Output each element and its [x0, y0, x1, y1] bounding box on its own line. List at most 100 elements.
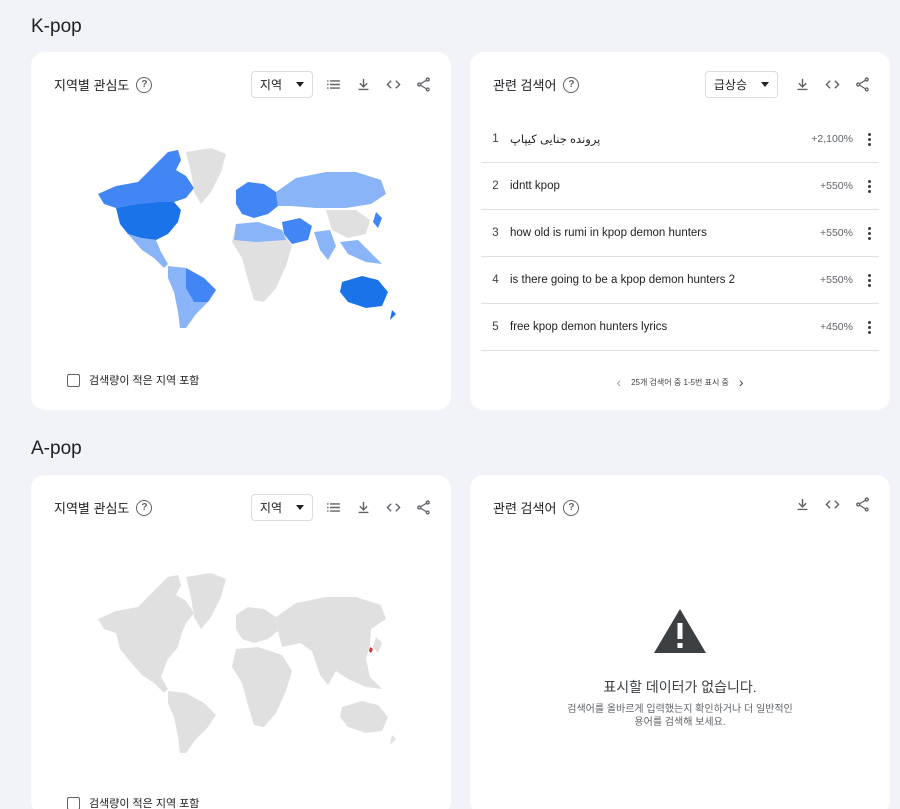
query-text[interactable]: is there going to be a kpop demon hunter…: [510, 274, 793, 286]
map-region-india: [314, 230, 336, 260]
help-circle-icon[interactable]: ?: [563, 499, 580, 516]
download-icon[interactable]: [353, 498, 373, 518]
query-value: +550%: [820, 180, 853, 192]
map-region-greenland: [186, 148, 226, 204]
rising-dropdown[interactable]: 급상승: [704, 71, 778, 98]
query-value: +550%: [820, 274, 853, 286]
map-region-japan: [373, 637, 382, 653]
card-toolbar: 급상승: [704, 71, 872, 98]
region-dropdown[interactable]: 지역: [250, 494, 313, 521]
section-title-kpop: K-pop: [31, 16, 82, 37]
query-text[interactable]: idntt kpop: [510, 180, 793, 192]
list-item[interactable]: 4 is there going to be a kpop demon hunt…: [481, 257, 879, 304]
list-icon[interactable]: [323, 75, 343, 95]
download-icon[interactable]: [792, 75, 812, 95]
code-icon[interactable]: [822, 494, 842, 514]
share-icon[interactable]: [852, 75, 872, 95]
rank: 5: [492, 321, 499, 333]
caret-down-icon: [761, 82, 769, 87]
low-volume-checkbox[interactable]: [67, 796, 80, 809]
dropdown-label: 지역: [259, 78, 282, 92]
more-vert-icon[interactable]: [859, 132, 879, 146]
region-interest-card-apop: 지역별 관심도 ? 지역 검색량이 적은 지역 포함: [31, 475, 451, 809]
map-region-usa: [116, 202, 181, 240]
rank: 1: [492, 133, 499, 145]
map-region-new-zealand: [390, 735, 396, 745]
share-icon[interactable]: [413, 498, 433, 518]
card-title-text: 관련 검색어: [493, 78, 557, 93]
map-region-north-america: [98, 575, 194, 693]
code-icon[interactable]: [383, 75, 403, 95]
map-region-new-zealand: [390, 310, 396, 320]
map-region-europe: [236, 607, 278, 643]
no-data-message: 표시할 데이터가 없습니다. 검색어를 올바르게 입력했는지 확인하거나 더 일…: [470, 607, 890, 729]
query-text[interactable]: پرونده جنایی کیپاپ: [510, 132, 793, 146]
chevron-left-icon[interactable]: ‹: [616, 374, 621, 390]
rank: 2: [492, 180, 499, 192]
more-vert-icon[interactable]: [859, 226, 879, 240]
list-item[interactable]: 2 idntt kpop +550%: [481, 163, 879, 210]
rank: 3: [492, 227, 499, 239]
world-map-kpop[interactable]: [86, 142, 396, 332]
warning-icon: [654, 609, 706, 653]
card-toolbar: 지역: [250, 494, 433, 521]
map-region-greenland: [186, 573, 226, 629]
code-icon[interactable]: [822, 75, 842, 95]
map-region-russia: [276, 172, 386, 208]
checkbox-label: 검색량이 적은 지역 포함: [89, 798, 200, 809]
low-volume-checkbox-row[interactable]: 검색량이 적은 지역 포함: [67, 372, 199, 388]
dropdown-label: 지역: [259, 501, 282, 515]
pagination-label: 25개 검색어 중 1-5번 표시 중: [631, 377, 729, 387]
low-volume-checkbox-row[interactable]: 검색량이 적은 지역 포함: [67, 795, 199, 809]
list-item[interactable]: 5 free kpop demon hunters lyrics +450%: [481, 304, 879, 351]
map-region-australia: [340, 276, 388, 308]
pagination: ‹ 25개 검색어 중 1-5번 표시 중 ›: [470, 374, 890, 390]
list-item[interactable]: 3 how old is rumi in kpop demon hunters …: [481, 210, 879, 257]
section-title-apop: A-pop: [31, 438, 82, 459]
rank: 4: [492, 274, 499, 286]
query-text[interactable]: free kpop demon hunters lyrics: [510, 321, 793, 333]
map-region-china: [326, 210, 370, 238]
no-data-line-1: 검색어를 올바르게 입력했는지 확인하거나 더 일반적인: [567, 704, 793, 715]
dropdown-label: 급상승: [713, 78, 747, 92]
card-title: 지역별 관심도 ?: [54, 498, 153, 517]
list-item[interactable]: 1 پرونده جنایی کیپاپ +2,100%: [481, 116, 879, 163]
share-icon[interactable]: [852, 494, 872, 514]
query-text[interactable]: how old is rumi in kpop demon hunters: [510, 227, 793, 239]
download-icon[interactable]: [353, 75, 373, 95]
card-title: 지역별 관심도 ?: [54, 75, 153, 94]
related-queries-list: 1 پرونده جنایی کیپاپ +2,100% 2 idntt kpo…: [481, 116, 879, 351]
card-title: 관련 검색어 ?: [493, 498, 580, 517]
map-region-north-africa: [234, 222, 286, 242]
card-toolbar: 지역: [250, 71, 433, 98]
chevron-right-icon[interactable]: ›: [739, 374, 744, 390]
more-vert-icon[interactable]: [859, 179, 879, 193]
checkbox-label: 검색량이 적은 지역 포함: [89, 375, 200, 387]
map-region-japan: [373, 212, 382, 228]
card-title: 관련 검색어 ?: [493, 75, 580, 94]
card-title-text: 관련 검색어: [493, 501, 557, 516]
list-icon[interactable]: [323, 498, 343, 518]
help-circle-icon[interactable]: ?: [136, 499, 153, 516]
no-data-line-2: 용어를 검색해 보세요.: [634, 717, 726, 728]
help-circle-icon[interactable]: ?: [136, 76, 153, 93]
map-region-canada: [98, 150, 194, 208]
map-region-south-korea: [369, 647, 373, 653]
query-value: +2,100%: [811, 133, 853, 145]
map-region-asia: [276, 597, 386, 689]
more-vert-icon[interactable]: [859, 320, 879, 334]
card-title-text: 지역별 관심도: [54, 501, 130, 516]
caret-down-icon: [296, 505, 304, 510]
more-vert-icon[interactable]: [859, 273, 879, 287]
share-icon[interactable]: [413, 75, 433, 95]
help-circle-icon[interactable]: ?: [563, 76, 580, 93]
map-region-south-america: [168, 691, 216, 753]
download-icon[interactable]: [792, 494, 812, 514]
related-queries-card-kpop: 관련 검색어 ? 급상승 1 پرونده جنایی کیپاپ +2,100…: [470, 52, 890, 410]
query-value: +550%: [820, 227, 853, 239]
map-region-southeast-asia: [340, 240, 382, 264]
low-volume-checkbox[interactable]: [67, 373, 80, 387]
world-map-apop[interactable]: [86, 567, 396, 757]
code-icon[interactable]: [383, 498, 403, 518]
region-dropdown[interactable]: 지역: [250, 71, 313, 98]
